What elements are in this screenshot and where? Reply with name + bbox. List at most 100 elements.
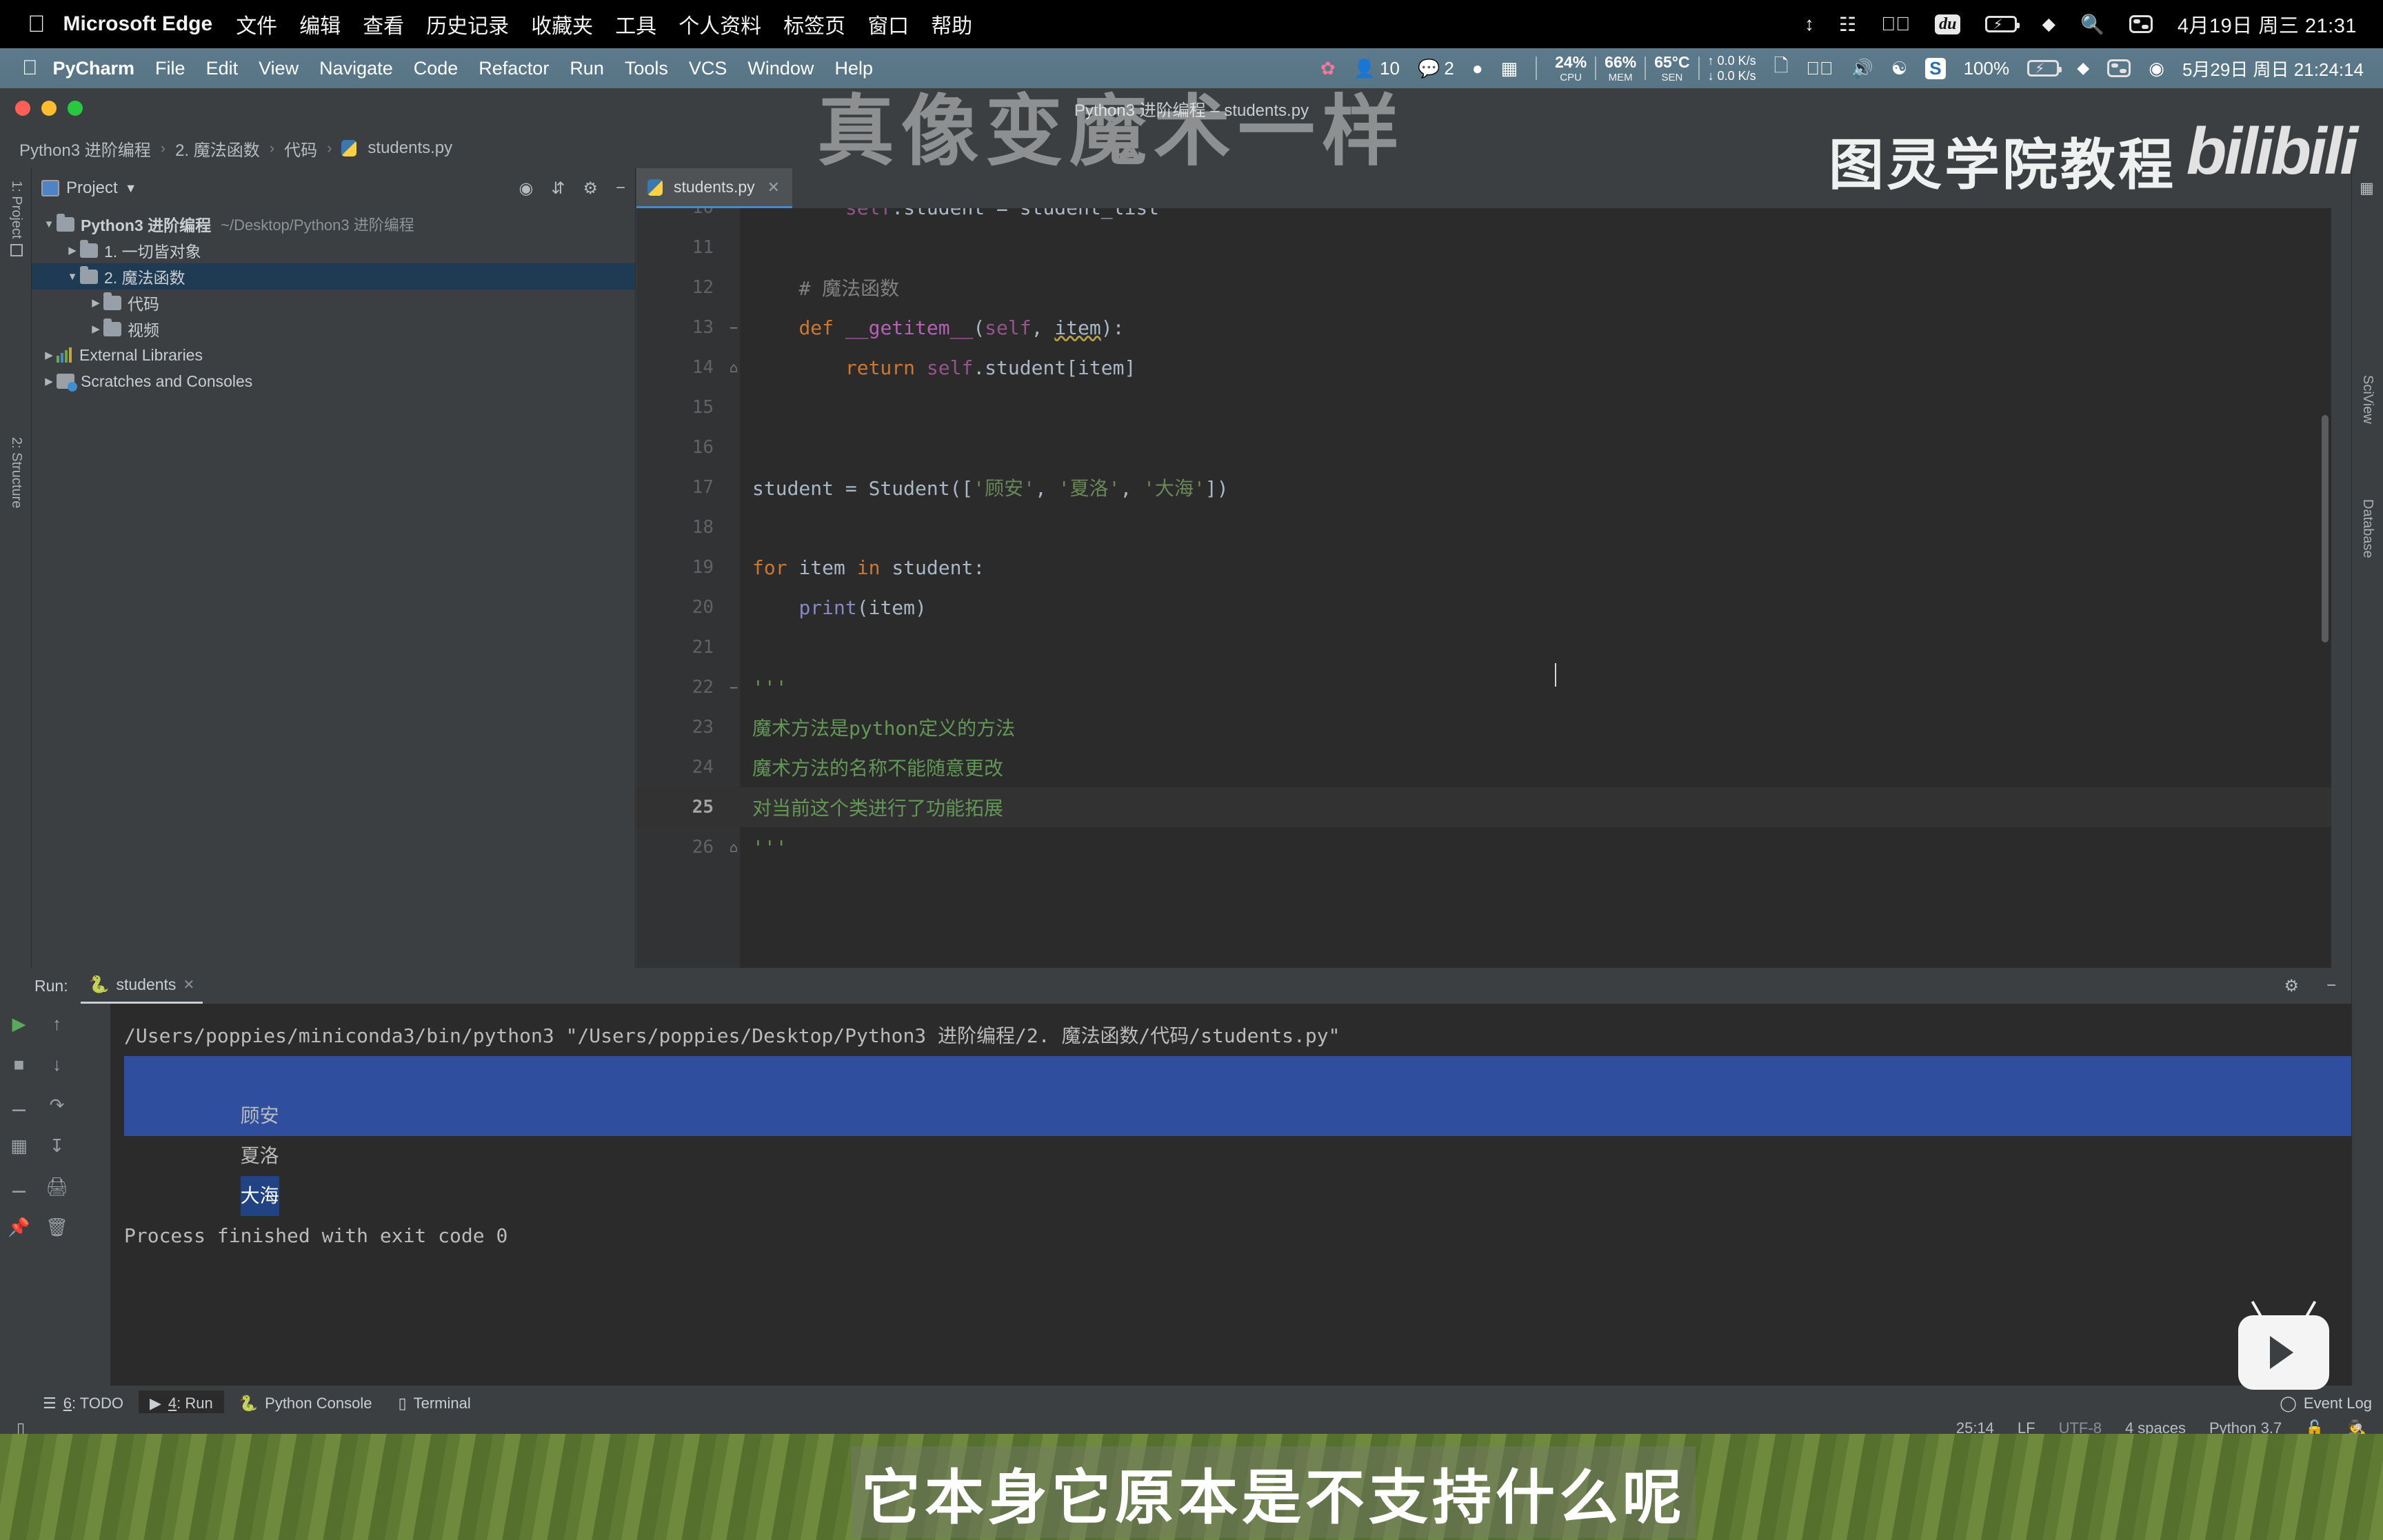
pycharm-menu-edit[interactable]: Edit	[206, 58, 239, 79]
play-circle-icon[interactable]: ▶⃝	[1881, 13, 1910, 35]
code-line[interactable]: 25 对当前这个类进行了功能拓展	[636, 787, 2331, 827]
tree-node[interactable]: ▼ Python3 进阶编程 ~/Desktop/Python3 进阶编程	[32, 211, 635, 237]
code-line[interactable]: 15	[636, 387, 2331, 427]
menu-item-file[interactable]: 文件	[236, 9, 277, 39]
battery-percent[interactable]: 100%	[1964, 58, 2010, 79]
baidu-du-icon[interactable]: du	[1935, 14, 1961, 34]
pycharm-menu-run[interactable]: Run	[570, 58, 604, 79]
code-line[interactable]: 22− '''	[636, 667, 2331, 707]
upload-icon[interactable]: ↕	[1804, 13, 1814, 35]
minimize-icon[interactable]: −	[2326, 976, 2336, 995]
code-fold-icon[interactable]: −	[725, 679, 743, 696]
minimize-window-button[interactable]	[41, 101, 57, 116]
wechat-status[interactable]: 💬 2	[1418, 58, 1454, 79]
tree-node[interactable]: ▶ External Libraries	[32, 342, 635, 368]
volume-icon[interactable]: 🔊	[1851, 58, 1873, 79]
menu-item-tabs[interactable]: 标签页	[783, 9, 845, 39]
menu-item-history[interactable]: 历史记录	[426, 9, 509, 39]
expand-arrow-closed-icon[interactable]: ▶	[65, 244, 80, 256]
close-icon[interactable]: ✕	[767, 179, 780, 196]
sciview-grid-icon[interactable]: ▦	[2360, 179, 2374, 197]
expand-arrow-closed-icon[interactable]: ▶	[41, 375, 57, 387]
pycharm-clock[interactable]: 5月29日 周日 21:24:14	[2182, 56, 2364, 81]
pycharm-menu-navigate[interactable]: Navigate	[319, 58, 393, 79]
tool-button-sciview[interactable]: SciView	[2360, 375, 2375, 427]
onepassword-icon[interactable]: ⬥	[2042, 13, 2055, 36]
tree-node[interactable]: ▶ 视频	[32, 316, 635, 342]
code-line[interactable]: 14 ⌂ return self.student[item]	[636, 347, 2331, 387]
code-line[interactable]: 17 student = Student(['顾安', '夏洛', '大海'])	[636, 467, 2331, 507]
maximize-window-button[interactable]	[68, 101, 83, 116]
editor-tab-students[interactable]: students.py ✕	[636, 168, 793, 208]
grid-apps-icon[interactable]: ▦	[1501, 58, 1518, 79]
scroll-to-end-icon[interactable]: ↧	[50, 1135, 65, 1157]
pycharm-app-name[interactable]: PyCharm	[53, 58, 135, 79]
editor-body[interactable]: 10 self.student = student_list 11 12 # 魔法…	[636, 208, 2331, 968]
active-app-name[interactable]: Microsoft Edge	[63, 12, 213, 36]
expand-arrow-closed-icon[interactable]: ▶	[88, 323, 103, 335]
qq-penguin-icon[interactable]: ●	[1472, 58, 1483, 79]
editor-vertical-scrollbar[interactable]	[2322, 415, 2329, 642]
locate-icon[interactable]: ◉	[519, 179, 533, 199]
run-tab-students[interactable]: 🐍 students ✕	[80, 968, 203, 1004]
close-icon[interactable]: ✕	[183, 976, 194, 993]
gear-icon[interactable]: ⚙	[583, 179, 598, 199]
battery-charging-icon[interactable]: ⚡	[2027, 60, 2062, 77]
chevron-down-icon[interactable]: ▼	[125, 181, 137, 196]
pycharm-menu-refactor[interactable]: Refactor	[479, 58, 549, 79]
code-line[interactable]: 18	[636, 507, 2331, 547]
code-line[interactable]: 19 for item in student:	[636, 547, 2331, 587]
layout-icon[interactable]: ▦	[10, 1135, 28, 1157]
code-line[interactable]: 24 魔术方法的名称不能随意更改	[636, 747, 2331, 787]
stop-icon[interactable]: ■	[14, 1054, 25, 1075]
pycharm-menu-tools[interactable]: Tools	[625, 58, 668, 79]
menu-item-help[interactable]: 帮助	[931, 9, 972, 39]
tree-node[interactable]: ▶ 代码	[32, 290, 635, 316]
breadcrumb-item-folder[interactable]: 代码	[284, 136, 317, 161]
qq-status[interactable]: 👤 10	[1354, 58, 1400, 79]
tree-node[interactable]: ▶ Scratches and Consoles	[32, 368, 635, 394]
pin-icon[interactable]: 📌	[8, 1217, 30, 1238]
pycharm-menu-view[interactable]: View	[259, 58, 299, 79]
code-content[interactable]: 10 self.student = student_list 11 12 # 魔法…	[636, 208, 2331, 968]
clear-all-icon[interactable]: 🗑	[46, 1217, 68, 1238]
bluetooth-icon[interactable]: ☯	[1891, 58, 1907, 79]
play-circle-icon[interactable]: ▶⃝	[1807, 58, 1833, 79]
copy-icon[interactable]: 🗋	[1774, 53, 1789, 83]
code-line[interactable]: 10 self.student = student_list	[636, 208, 2331, 227]
menu-item-tools[interactable]: 工具	[615, 9, 656, 39]
pycharm-menu-code[interactable]: Code	[414, 58, 459, 79]
pycharm-menu-vcs[interactable]: VCS	[689, 58, 727, 79]
rerun-icon[interactable]: ⚊	[11, 1095, 27, 1116]
battery-charging-icon[interactable]: ⚡	[1985, 16, 2020, 32]
control-center-icon[interactable]	[2129, 15, 2153, 33]
breadcrumb-item-file[interactable]: students.py	[368, 139, 452, 158]
gear-icon[interactable]: ⚙	[2284, 976, 2299, 996]
code-line[interactable]: 23 魔术方法是python定义的方法	[636, 707, 2331, 747]
code-line[interactable]: 21	[636, 627, 2331, 667]
apple-icon[interactable]: 	[22, 57, 38, 80]
tool-button-database[interactable]: Database	[2360, 499, 2375, 562]
qq-music-icon[interactable]: ✿	[1320, 58, 1336, 79]
notes-icon[interactable]: ☷	[1839, 13, 1856, 36]
code-line[interactable]: 11	[636, 227, 2331, 267]
expand-arrow-open-icon[interactable]: ▼	[65, 271, 80, 283]
code-line[interactable]: 12 # 魔法函数	[636, 267, 2331, 307]
search-icon[interactable]: 🔍	[2080, 13, 2104, 36]
sogou-input-icon[interactable]: S	[1925, 57, 1946, 79]
code-fold-icon[interactable]: −	[725, 319, 743, 336]
siri-icon[interactable]: ◉	[2149, 58, 2164, 79]
control-center-icon[interactable]	[2107, 59, 2131, 77]
code-line[interactable]: 13− def __getitem__(self, item):	[636, 307, 2331, 347]
print-icon[interactable]: 🖨	[46, 1176, 68, 1197]
code-fold-icon[interactable]: ⌂	[725, 839, 743, 855]
pycharm-menu-window[interactable]: Window	[747, 58, 814, 79]
expand-arrow-closed-icon[interactable]: ▶	[41, 349, 57, 361]
scroll-down-icon[interactable]: ↓	[52, 1054, 61, 1075]
code-fold-icon[interactable]: ⌂	[725, 359, 743, 376]
macos-clock[interactable]: 4月19日 周三 21:31	[2178, 10, 2357, 39]
run-icon[interactable]: ▶	[12, 1013, 26, 1035]
scroll-up-icon[interactable]: ↑	[52, 1013, 61, 1035]
menu-item-window[interactable]: 窗口	[867, 9, 909, 39]
expand-arrow-closed-icon[interactable]: ▶	[88, 296, 103, 309]
